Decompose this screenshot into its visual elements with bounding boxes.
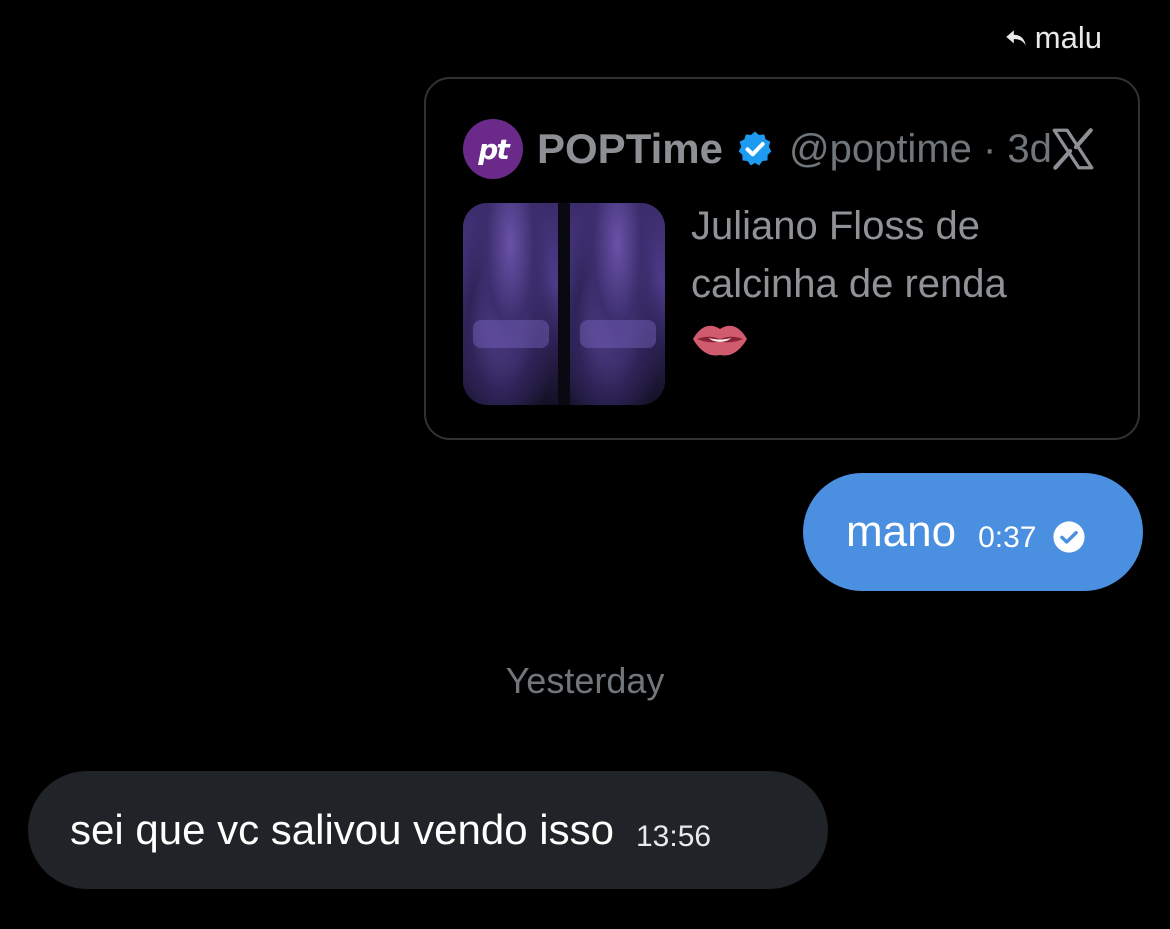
date-separator: Yesterday xyxy=(505,660,665,701)
message-text: sei que vc salivou vendo isso xyxy=(70,806,614,853)
shared-tweet-card[interactable]: pt POPTime @poptime · 3d Juliano Floss d… xyxy=(424,77,1140,440)
author-avatar[interactable]: pt xyxy=(463,119,523,179)
sent-message-bubble[interactable]: mano 0:37 xyxy=(803,473,1143,591)
thumbnail-image-left xyxy=(463,203,558,405)
thumbnail-image-right xyxy=(570,203,665,405)
author-handle: @poptime · 3d xyxy=(788,126,1052,171)
reply-arrow-icon xyxy=(1003,25,1029,51)
reply-indicator[interactable]: malu xyxy=(1003,20,1102,56)
message-time: 0:37 xyxy=(978,521,1037,554)
received-message-bubble[interactable]: sei que vc salivou vendo isso 13:56 xyxy=(28,771,828,889)
message-time: 13:56 xyxy=(635,820,712,853)
tweet-media-thumbnail[interactable] xyxy=(463,203,665,405)
tweet-header: pt POPTime @poptime · 3d xyxy=(463,119,1052,179)
read-check-icon xyxy=(1053,521,1086,553)
lips-biting-emoji xyxy=(693,325,747,356)
x-logo-icon xyxy=(1048,124,1098,174)
verified-badge-icon xyxy=(738,131,772,166)
author-name[interactable]: POPTime xyxy=(537,125,723,173)
message-text: mano xyxy=(846,507,957,556)
reply-target-name: malu xyxy=(1034,20,1102,55)
tweet-text: Juliano Floss de calcinha de renda xyxy=(691,204,1007,306)
